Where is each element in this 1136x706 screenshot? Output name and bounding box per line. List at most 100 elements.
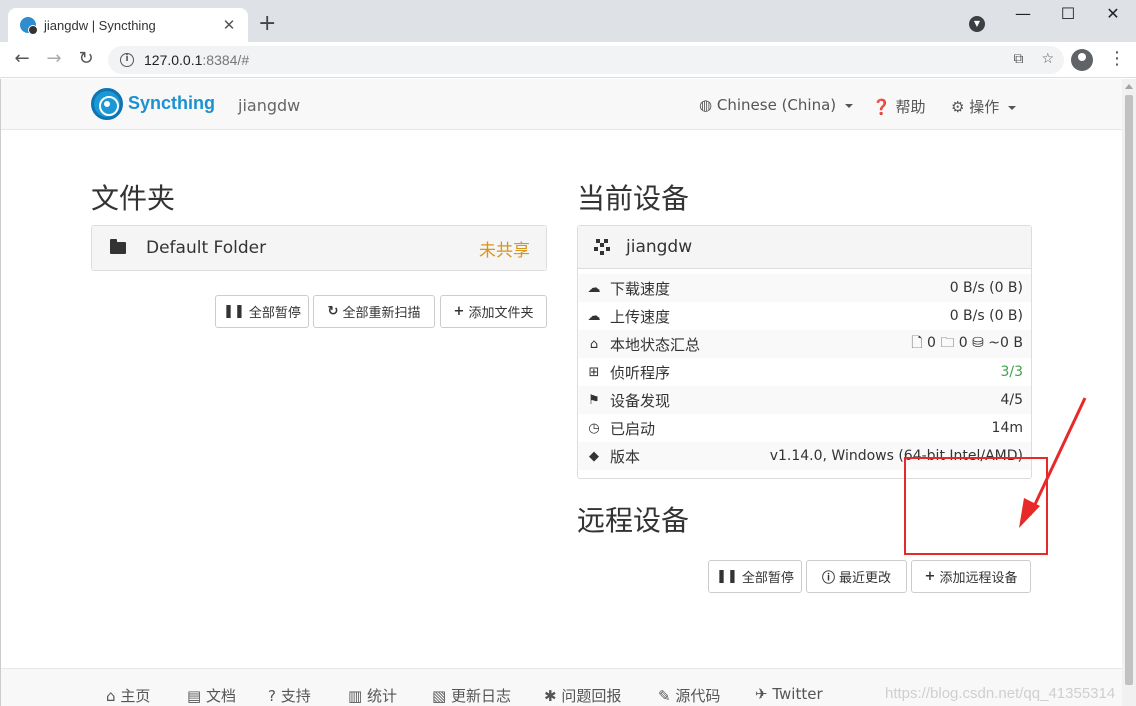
add-remote-device-button[interactable]: + 添加远程设备 [911,560,1031,593]
device-stat-row: ☁ 上传速度 0 B/s (0 B) [578,302,1031,330]
language-label: Chinese (China) [716,96,837,114]
wrench-icon: ✎ [658,687,671,705]
footer-docs-link[interactable]: ▤ 文档 [187,685,236,706]
close-window-button[interactable]: ✕ [1090,4,1136,23]
device-stat-label: 下载速度 [610,279,671,298]
device-stat-row: ⌂ 本地状态汇总 🗋 0 🗀 0 ⛁ ~0 B [578,330,1031,358]
footer-changelog-link[interactable]: ▧ 更新日志 [432,685,511,706]
tab-title: jiangdw | Syncthing [44,17,156,33]
back-arrow-icon[interactable]: ← [10,48,34,69]
signpost-icon: ⚑ [588,392,600,408]
address-bar[interactable]: i 127.0.0.1:8384/# ⧉ ☆ [108,46,1064,74]
syncthing-page: Syncthing jiangdw ◍ Chinese (China) ❓ 帮助… [0,79,1122,706]
pause-all-devices-label: 全部暂停 [741,571,794,586]
plus-icon: + [924,569,936,584]
remote-devices-heading: 远程设备 [577,504,690,537]
pause-all-devices-button[interactable]: ❚❚ 全部暂停 [708,560,802,593]
folder-name: Default Folder [146,238,267,258]
brand-name[interactable]: Syncthing [128,93,215,114]
browser-menu-icon[interactable]: ⋮ [1108,48,1126,69]
syncthing-favicon-icon [20,17,38,35]
footer-stats-label: 统计 [366,687,397,705]
device-stat-value: 0 B/s (0 B) [949,308,1023,324]
recent-changes-label: 最近更改 [839,571,892,586]
syncthing-logo-icon[interactable] [91,88,123,120]
this-device-name: jiangdw [626,237,693,257]
maximize-window-button[interactable]: ☐ [1045,4,1091,23]
forward-arrow-icon[interactable]: → [42,48,66,69]
reload-icon[interactable]: ↻ [74,48,98,69]
top-navbar: Syncthing jiangdw ◍ Chinese (China) ❓ 帮助… [1,79,1122,130]
new-tab-button[interactable]: + [258,12,276,36]
twitter-icon: ✈ [755,685,768,703]
folder-panel[interactable]: Default Folder 未共享 [91,225,547,271]
sitemap-icon: ⊞ [588,364,600,380]
url-host: 127.0.0.1 [144,52,203,68]
question-circle-icon: ❓ [872,98,891,116]
cloud-upload-icon: ☁ [587,308,601,324]
chevron-down-icon [1008,105,1017,110]
pause-all-label: 全部暂停 [248,306,301,321]
help-label: 帮助 [895,98,926,116]
device-stat-value: 3/3 [1000,364,1023,380]
footer-twitter-link[interactable]: ✈ Twitter [755,685,823,703]
device-stat-label: 上传速度 [610,307,671,326]
browser-tab-strip: jiangdw | Syncthing ✕ + ▼ — ☐ ✕ [0,0,1136,42]
scroll-up-arrow-icon[interactable] [1125,84,1133,89]
browser-toolbar: ← → ↻ i 127.0.0.1:8384/# ⧉ ☆ ⋮ [0,42,1136,78]
device-stat-row: ☁ 下载速度 0 B/s (0 B) [578,274,1031,302]
footer-stats-link[interactable]: ▥ 统计 [348,685,397,706]
bookmark-star-icon[interactable]: ☆ [1041,51,1054,67]
add-remote-device-label: 添加远程设备 [939,571,1018,586]
footer-source-link[interactable]: ✎ 源代码 [658,685,720,706]
actions-label: 操作 [969,98,1000,116]
add-folder-button[interactable]: + 添加文件夹 [440,295,547,328]
question-circle-icon: ? [268,687,276,705]
device-stat-label: 版本 [610,447,641,466]
device-stat-value: 14m [991,420,1023,436]
footer-bugs-link[interactable]: ✱ 问题回报 [544,685,621,706]
device-stat-row: ⚑ 设备发现 4/5 [578,386,1031,414]
profile-avatar-icon[interactable] [1071,49,1093,71]
footer-twitter-label: Twitter [772,685,823,703]
browser-tab[interactable]: jiangdw | Syncthing ✕ [8,8,248,42]
footer-home-label: 主页 [120,687,151,705]
chevron-down-icon [844,103,853,108]
scrollbar-thumb[interactable] [1125,95,1133,685]
site-info-icon[interactable]: i [120,53,134,67]
minimize-window-button[interactable]: — [1000,4,1046,23]
footer-docs-label: 文档 [205,687,236,705]
cloud-download-icon: ☁ [587,280,601,296]
actions-menu[interactable]: ⚙ 操作 [951,96,1017,117]
tab-search-icon[interactable]: ▼ [969,16,985,32]
help-link[interactable]: ❓ 帮助 [872,96,925,117]
url-path: :8384/# [202,52,250,68]
this-device-panel[interactable]: jiangdw ☁ 下载速度 0 B/s (0 B) ☁ 上传速度 0 B/s (0 B)… [577,225,1032,479]
device-stat-value: 4/5 [1000,392,1023,408]
device-stat-row: ⊞ 侦听程序 3/3 [578,358,1031,386]
recent-changes-button[interactable]: ⓘ 最近更改 [806,560,907,593]
page-scrollbar[interactable] [1122,79,1136,706]
home-icon: ⌂ [589,336,599,352]
file-text-icon: ▧ [432,687,447,705]
folder-status-badge: 未共享 [479,240,530,261]
pause-icon: ❚❚ [716,569,738,584]
device-stat-label: 侦听程序 [610,363,671,382]
close-tab-icon[interactable]: ✕ [220,16,238,34]
device-stats-table: ☁ 下载速度 0 B/s (0 B) ☁ 上传速度 0 B/s (0 B) ⌂ 本地状态汇总 🗋… [578,274,1031,470]
pause-all-folders-button[interactable]: ❚❚ 全部暂停 [215,295,309,328]
footer-home-link[interactable]: ⌂ 主页 [106,685,150,706]
rescan-all-label: 全部重新扫描 [342,306,421,321]
rescan-all-button[interactable]: ↻ 全部重新扫描 [313,295,435,328]
translate-icon[interactable]: ⧉ [1013,51,1023,67]
footer-support-link[interactable]: ? 支持 [268,685,311,706]
language-menu[interactable]: ◍ Chinese (China) [699,96,853,114]
add-folder-label: 添加文件夹 [468,306,534,321]
info-circle-icon: ⓘ [821,571,835,586]
device-stat-row: ◷ 已启动 14m [578,414,1031,442]
tag-icon: ◆ [589,448,599,464]
device-stat-label: 本地状态汇总 [610,335,701,354]
device-hostname: jiangdw [238,96,301,115]
watermark-text: https://blog.csdn.net/qq_41355314 [885,685,1116,702]
device-stat-value: 🗋 0 🗀 0 ⛁ ~0 B [911,335,1023,351]
